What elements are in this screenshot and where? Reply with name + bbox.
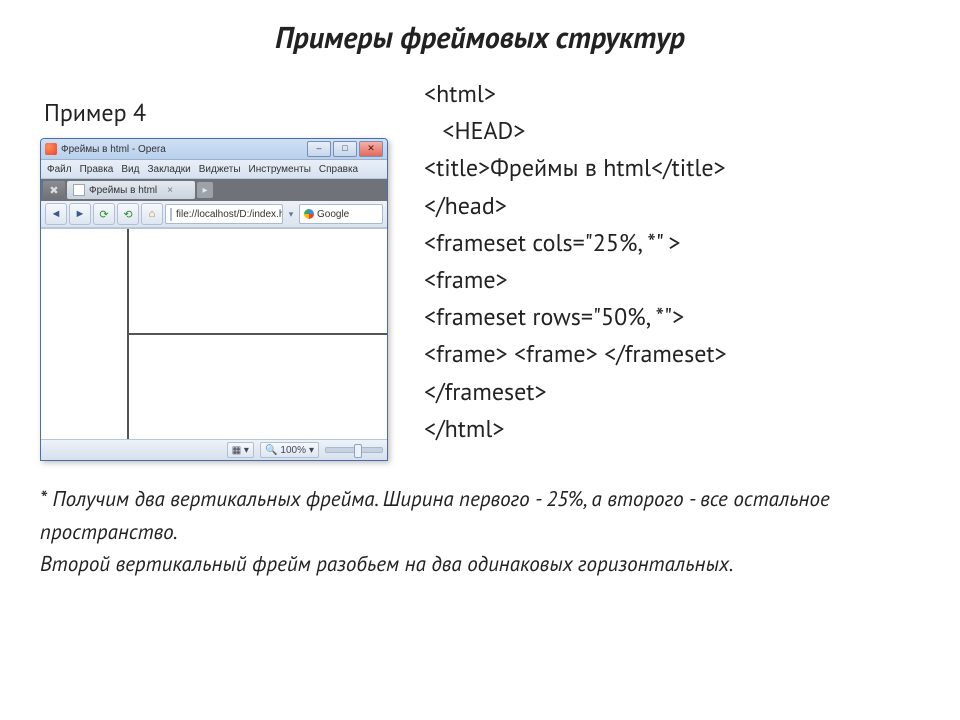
menu-bookmarks[interactable]: Закладки [147,164,190,175]
content-row: Пример 4 Фреймы в html - Opera – □ ✕ Фай… [40,75,920,461]
tab-close-icon[interactable]: × [167,185,173,196]
minimize-button[interactable]: – [307,141,331,157]
footnote-line-1: * Получим два вертикальных фрейма. Ширин… [40,483,920,548]
tab-new-icon[interactable]: ▸ [197,182,213,198]
slide: Примеры фреймовых структур Пример 4 Фрей… [0,0,960,720]
status-chip-1[interactable]: ▦ ▾ [227,442,254,458]
tab-label: Фреймы в html [89,185,157,196]
code-line-1: <html> [424,75,920,112]
example-label: Пример 4 [44,97,400,128]
browser-window: Фреймы в html - Opera – □ ✕ Файл Правка … [40,138,388,461]
zoom-chip[interactable]: 🔍 100% ▾ [260,442,319,458]
zoom-slider[interactable] [325,447,383,453]
tab-active[interactable]: Фреймы в html × [67,181,195,199]
code-line-3: <title>Фреймы в html</title> [424,149,920,186]
close-button[interactable]: ✕ [359,141,383,157]
url-text: file://localhost/D:/index.html [176,209,283,220]
google-icon [304,209,314,219]
home-button[interactable]: ⌂ [141,203,163,225]
zoom-out-icon[interactable]: 🔍 [265,445,277,456]
page-icon [73,184,85,196]
reload-button[interactable]: ⟳ [93,203,115,225]
code-line-4: </head> [424,187,920,224]
browser-viewport [41,228,387,439]
search-label: Google [317,209,349,220]
code-line-9: </frameset> [424,373,920,410]
code-block: <html> <HEAD> <title>Фреймы в html</titl… [424,75,920,447]
footnote: * Получим два вертикальных фрейма. Ширин… [40,483,920,581]
code-line-10: </html> [424,410,920,447]
maximize-button[interactable]: □ [333,141,357,157]
code-line-8: <frame> <frame> </frameset> [424,335,920,372]
menu-view[interactable]: Вид [121,164,139,175]
menu-widgets[interactable]: Виджеты [199,164,241,175]
forward-button[interactable]: ► [69,203,91,225]
opera-icon [45,143,57,155]
search-box[interactable]: Google [299,204,383,224]
frame-top [129,229,387,335]
toolbar: ◄ ► ⟳ ⟲ ⌂ file://localhost/D:/index.html… [41,201,387,228]
frame-right [129,229,387,439]
address-bar[interactable]: file://localhost/D:/index.html [165,204,283,224]
stop-button[interactable]: ⟲ [117,203,139,225]
menu-help[interactable]: Справка [319,164,358,175]
window-title: Фреймы в html - Opera [61,144,166,155]
code-line-5: <frameset cols="25%, *" > [424,224,920,261]
zoom-value: 100% [280,445,306,456]
menu-edit[interactable]: Правка [80,164,114,175]
tabbar: ✖ Фреймы в html × ▸ [41,179,387,201]
page-title: Примеры фреймовых структур [40,18,920,57]
url-dropdown-icon[interactable]: ▾ [285,209,297,220]
code-line-6: <frame> [424,261,920,298]
window-controls: – □ ✕ [307,141,383,157]
frame-left [41,229,129,439]
statusbar: ▦ ▾ 🔍 100% ▾ [41,439,387,460]
url-page-icon [170,208,172,221]
code-line-7: <frameset rows="50%, *"> [424,298,920,335]
footnote-line-2: Второй вертикальный фрейм разобьем на дв… [40,548,920,581]
titlebar: Фреймы в html - Opera – □ ✕ [41,139,387,160]
code-line-2: <HEAD> [424,112,920,149]
title-left: Фреймы в html - Opera [45,143,166,155]
left-column: Пример 4 Фреймы в html - Opera – □ ✕ Фай… [40,75,400,461]
menubar: Файл Правка Вид Закладки Виджеты Инструм… [41,160,387,179]
back-button[interactable]: ◄ [45,203,67,225]
menu-tools[interactable]: Инструменты [249,164,311,175]
zoom-dropdown-icon[interactable]: ▾ [309,445,314,456]
tab-tools-icon[interactable]: ✖ [43,181,65,199]
frame-bottom [129,335,387,439]
menu-file[interactable]: Файл [47,164,72,175]
